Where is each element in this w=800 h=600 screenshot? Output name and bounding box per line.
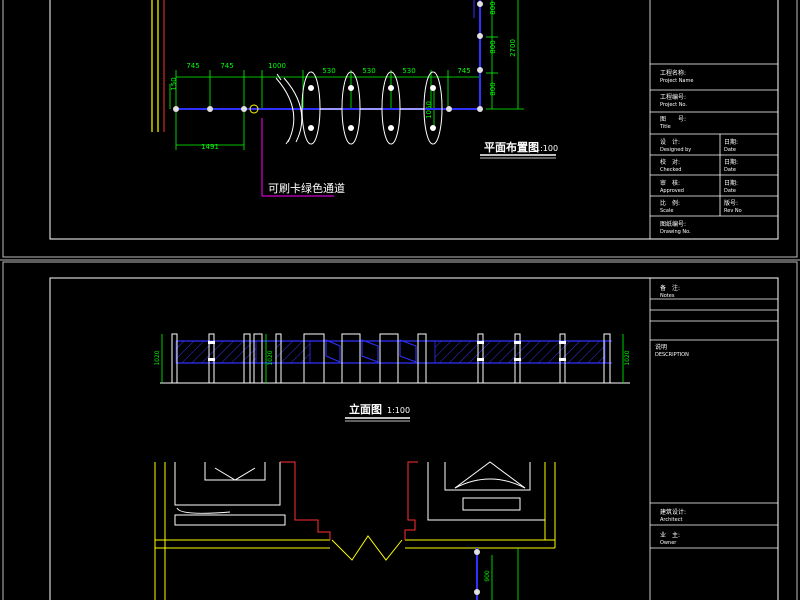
- tb-owner-en: Owner: [660, 540, 677, 546]
- dim-800-a: 800: [489, 1, 497, 14]
- plan-title-text: 平面布置图: [484, 140, 539, 154]
- elev-dim-1020-c: 1020: [624, 350, 631, 365]
- tb-designed-cn: 设 计:: [660, 138, 680, 146]
- tb-date3-en: Date: [724, 188, 736, 194]
- tb-date3-cn: 日期:: [724, 179, 738, 187]
- dim-530-a: 530: [322, 67, 335, 75]
- elev-dim-1020-a: 1020: [154, 350, 161, 365]
- dim-745-a: 745: [186, 62, 199, 70]
- elevation-scale: 1:100: [387, 406, 410, 415]
- tb-checked-en: Checked: [660, 167, 681, 173]
- tb-date2-cn: 日期:: [724, 158, 738, 166]
- dim-530-c: 530: [402, 67, 415, 75]
- tb-project-no-en: Project No.: [660, 102, 687, 108]
- tb-designed-en: Designed by: [660, 147, 691, 153]
- plan-railing: [173, 0, 483, 114]
- tb-project-name-cn: 工程名称:: [660, 69, 686, 77]
- plan-wall-left: [151, 0, 165, 132]
- tb-project-no-cn: 工程编号:: [660, 93, 686, 101]
- sheet-bottom-frame: [2, 261, 798, 600]
- channel-note: 可刷卡绿色通道: [268, 181, 345, 195]
- tb-architect-en: Architect: [660, 517, 682, 523]
- plan-scale: 1:100: [535, 144, 558, 153]
- tb-checked-cn: 校 对:: [660, 158, 680, 166]
- dim-745-b: 745: [220, 62, 233, 70]
- dim-1491: 1491: [201, 143, 219, 151]
- tb-scale-cn: 比 例:: [660, 199, 680, 207]
- dim-800-c: 800: [489, 82, 497, 95]
- tb-rev-cn: 版号:: [724, 199, 738, 207]
- tb-notes-cn: 备 注:: [660, 284, 680, 292]
- cad-drawing: 745 745 1000 530 530 530 745 1491 150 10…: [0, 0, 800, 600]
- dim-530-b: 530: [362, 67, 375, 75]
- tb-drawing-no-en: Drawing No.: [660, 229, 691, 235]
- tb-date1-cn: 日期:: [724, 138, 738, 146]
- tb-owner-cn: 业 主:: [660, 531, 680, 539]
- dim-1000: 1000: [268, 62, 286, 70]
- floor-dim-900: 900: [484, 570, 491, 582]
- tb-title-en: Title: [659, 124, 671, 130]
- dim-150: 150: [170, 77, 178, 90]
- elevation-title: 立面图 1:100: [345, 402, 410, 422]
- tb-scale-en: Scale: [660, 208, 673, 214]
- tb-date2-en: Date: [724, 167, 736, 173]
- tb-approved-cn: 审 核:: [660, 179, 680, 187]
- tb-architect-cn: 建筑设计:: [660, 508, 686, 516]
- tb-title-cn: 图 号:: [660, 116, 686, 123]
- title-block-top-text: 工程名称: Project Name 工程编号: Project No. 图 号…: [659, 69, 742, 235]
- floor-plan-fragment: [154, 461, 556, 600]
- title-block-bottom: [649, 278, 778, 600]
- dim-745-c: 745: [457, 67, 470, 75]
- dim-800-b: 800: [489, 40, 497, 53]
- tb-rev-en: Rev No: [724, 208, 742, 214]
- tb-desc-en: DESCRIPTION: [655, 352, 689, 358]
- tb-notes-en: Notes: [660, 293, 675, 299]
- tb-drawing-no-cn: 图纸编号:: [660, 220, 686, 228]
- tb-project-name-en: Project Name: [660, 78, 693, 84]
- dim-2700: 2700: [509, 39, 517, 57]
- elevation-view: 1020 1020 1020: [154, 333, 631, 384]
- plan-title: 平面布置图 1:100: [480, 140, 558, 159]
- tb-desc-cn: 说明: [655, 343, 667, 351]
- tb-date1-en: Date: [724, 147, 736, 153]
- title-block-bottom-text: 备 注: Notes 说明 DESCRIPTION 建筑设计: Architec…: [655, 284, 689, 546]
- elev-dim-1020-b: 1020: [267, 350, 274, 365]
- elevation-title-text: 立面图: [349, 402, 382, 416]
- tb-approved-en: Approved: [660, 188, 684, 194]
